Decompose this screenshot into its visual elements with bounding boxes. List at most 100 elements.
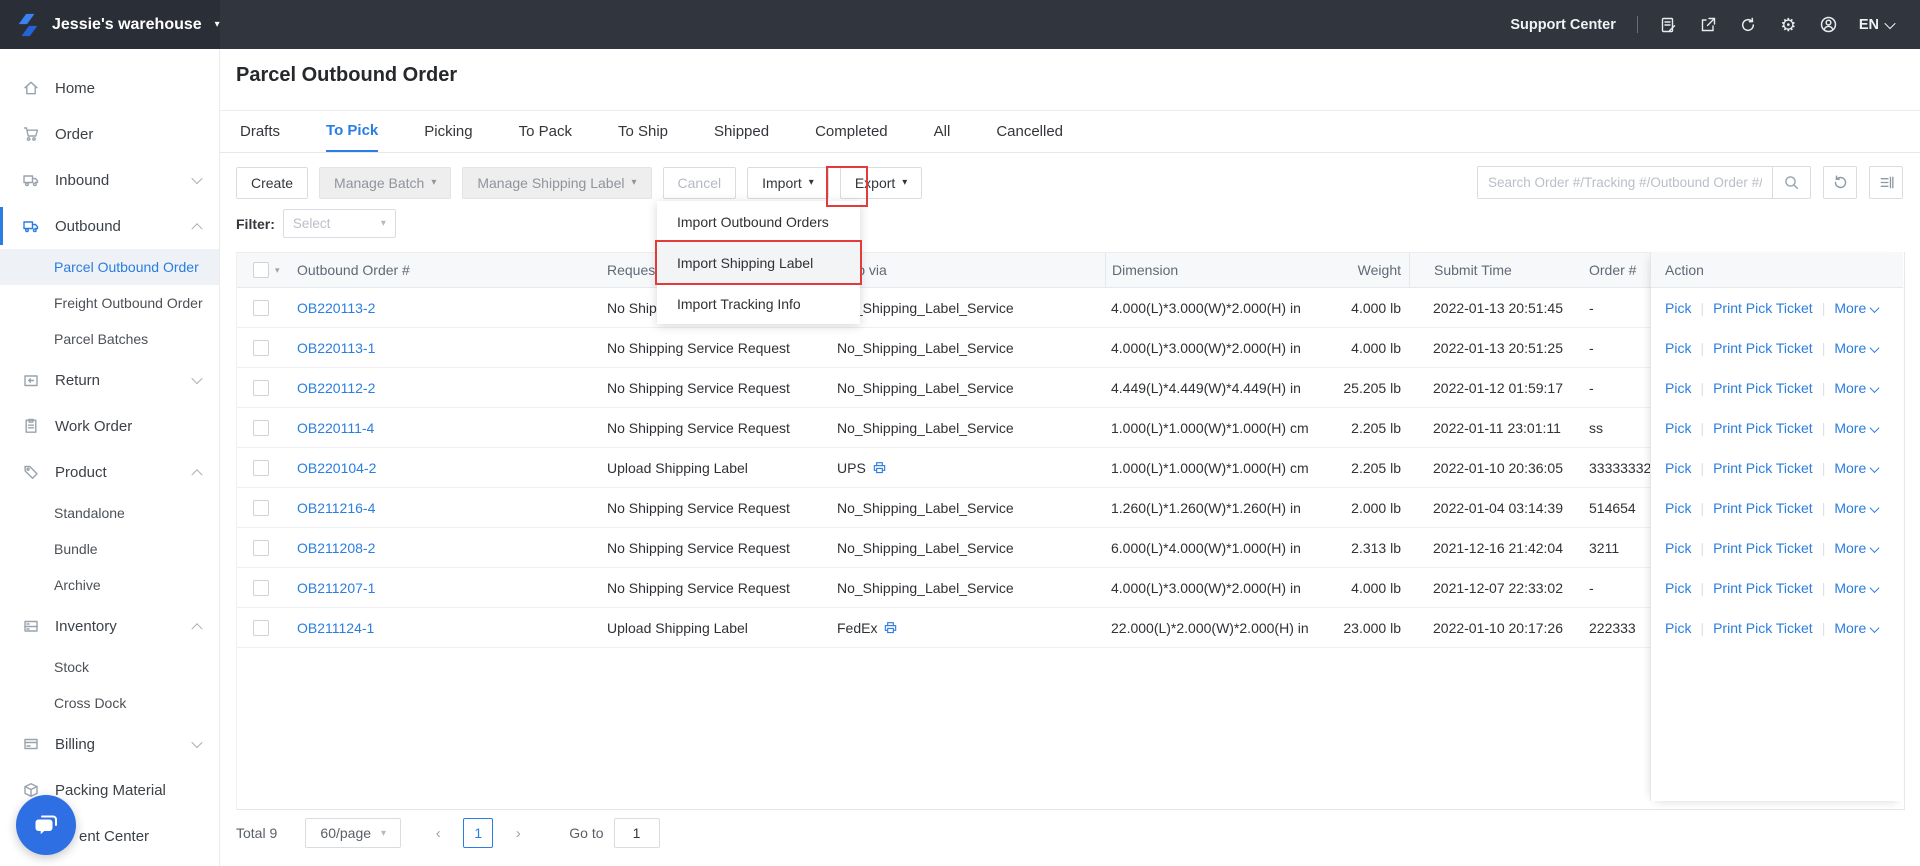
- tab-completed[interactable]: Completed: [815, 111, 888, 152]
- row-checkbox[interactable]: [253, 540, 269, 557]
- sidebar-subitem-stock[interactable]: Stock: [0, 649, 219, 685]
- tab-to-ship[interactable]: To Ship: [618, 111, 668, 152]
- row-checkbox[interactable]: [253, 620, 269, 637]
- sidebar-item-work-order[interactable]: Work Order: [0, 403, 219, 449]
- sidebar-subitem-cross-dock[interactable]: Cross Dock: [0, 685, 219, 721]
- import-button[interactable]: Import ▾: [747, 167, 829, 199]
- pick-link[interactable]: Pick: [1665, 540, 1691, 556]
- outbound-order-link[interactable]: OB211207-1: [297, 580, 375, 596]
- sidebar-subitem-standalone[interactable]: Standalone: [0, 495, 219, 531]
- outbound-order-link[interactable]: OB220113-1: [297, 340, 375, 356]
- more-link[interactable]: More: [1834, 500, 1880, 516]
- manage-shipping-label-button[interactable]: Manage Shipping Label ▾: [462, 167, 652, 199]
- next-page-button[interactable]: ›: [503, 818, 533, 848]
- filter-select[interactable]: Select ▾: [282, 209, 396, 238]
- pick-link[interactable]: Pick: [1665, 460, 1691, 476]
- more-link[interactable]: More: [1834, 580, 1880, 596]
- outbound-order-link[interactable]: OB220113-2: [297, 300, 375, 316]
- cancel-button[interactable]: Cancel: [662, 167, 737, 199]
- page-size-select[interactable]: 60/page ▾: [305, 818, 402, 848]
- sidebar-subitem-bundle[interactable]: Bundle: [0, 531, 219, 567]
- selection-options-caret-icon[interactable]: ▾: [275, 265, 280, 276]
- outbound-order-link[interactable]: OB211216-4: [297, 500, 375, 516]
- pick-link[interactable]: Pick: [1665, 380, 1691, 396]
- row-checkbox[interactable]: [253, 420, 269, 437]
- row-checkbox[interactable]: [253, 580, 269, 597]
- print-pick-ticket-link[interactable]: Print Pick Ticket: [1713, 580, 1813, 596]
- outbound-order-link[interactable]: OB220112-2: [297, 380, 375, 396]
- print-pick-ticket-link[interactable]: Print Pick Ticket: [1713, 500, 1813, 516]
- sidebar-item-product[interactable]: Product: [0, 449, 219, 495]
- print-pick-ticket-link[interactable]: Print Pick Ticket: [1713, 620, 1813, 636]
- outbound-order-link[interactable]: OB211124-1: [297, 620, 374, 636]
- row-checkbox[interactable]: [253, 380, 269, 397]
- tab-shipped[interactable]: Shipped: [714, 111, 769, 152]
- sidebar-item-order[interactable]: Order: [0, 111, 219, 157]
- row-checkbox[interactable]: [253, 300, 269, 317]
- print-pick-ticket-link[interactable]: Print Pick Ticket: [1713, 300, 1813, 316]
- select-all-checkbox[interactable]: [253, 262, 269, 278]
- print-pick-ticket-link[interactable]: Print Pick Ticket: [1713, 420, 1813, 436]
- tab-drafts[interactable]: Drafts: [240, 111, 280, 152]
- support-center-link[interactable]: Support Center: [1510, 17, 1616, 33]
- tab-all[interactable]: All: [934, 111, 951, 152]
- column-settings-icon[interactable]: [1869, 166, 1903, 199]
- outbound-order-link[interactable]: OB211208-2: [297, 540, 375, 556]
- refresh-icon[interactable]: [1739, 15, 1758, 34]
- row-checkbox[interactable]: [253, 340, 269, 357]
- sidebar-item-inventory[interactable]: Inventory: [0, 603, 219, 649]
- import-menu-item-import-shipping-label[interactable]: Import Shipping Label: [657, 242, 860, 283]
- tab-picking[interactable]: Picking: [424, 111, 472, 152]
- more-link[interactable]: More: [1834, 420, 1880, 436]
- current-page-button[interactable]: 1: [463, 818, 494, 848]
- sidebar-item-inbound[interactable]: Inbound: [0, 157, 219, 203]
- prev-page-button[interactable]: ‹: [423, 818, 453, 848]
- outbound-order-link[interactable]: OB220104-2: [297, 460, 376, 476]
- sidebar-item-outbound[interactable]: Outbound: [0, 203, 219, 249]
- reset-refresh-icon[interactable]: [1823, 166, 1857, 199]
- export-button[interactable]: Export ▾: [839, 167, 923, 199]
- gear-icon[interactable]: ⚙: [1779, 15, 1798, 34]
- more-link[interactable]: More: [1834, 620, 1880, 636]
- more-link[interactable]: More: [1834, 340, 1880, 356]
- more-link[interactable]: More: [1834, 300, 1880, 316]
- printer-icon[interactable]: [883, 620, 898, 635]
- sidebar-item-billing[interactable]: Billing: [0, 721, 219, 767]
- manage-batch-button[interactable]: Manage Batch ▾: [319, 167, 452, 199]
- import-menu-item-import-tracking-info[interactable]: Import Tracking Info: [657, 283, 860, 324]
- print-pick-ticket-link[interactable]: Print Pick Ticket: [1713, 380, 1813, 396]
- pick-link[interactable]: Pick: [1665, 580, 1691, 596]
- tab-to-pack[interactable]: To Pack: [519, 111, 572, 152]
- tab-to-pick[interactable]: To Pick: [326, 111, 379, 152]
- pick-link[interactable]: Pick: [1665, 300, 1691, 316]
- print-pick-ticket-link[interactable]: Print Pick Ticket: [1713, 540, 1813, 556]
- pick-link[interactable]: Pick: [1665, 500, 1691, 516]
- workspace-switcher[interactable]: Jessie's warehouse ▾: [0, 0, 220, 49]
- sidebar-subitem-parcel-batches[interactable]: Parcel Batches: [0, 321, 219, 357]
- export-share-icon[interactable]: [1699, 15, 1718, 34]
- pick-link[interactable]: Pick: [1665, 620, 1691, 636]
- row-checkbox[interactable]: [253, 500, 269, 517]
- sidebar-item-home[interactable]: Home: [0, 65, 219, 111]
- printer-icon[interactable]: [872, 460, 887, 475]
- create-button[interactable]: Create: [236, 167, 309, 199]
- outbound-order-link[interactable]: OB220111-4: [297, 420, 374, 436]
- sidebar-item-return[interactable]: Return: [0, 357, 219, 403]
- pick-link[interactable]: Pick: [1665, 340, 1691, 356]
- more-link[interactable]: More: [1834, 460, 1880, 476]
- print-pick-ticket-link[interactable]: Print Pick Ticket: [1713, 340, 1813, 356]
- print-pick-ticket-link[interactable]: Print Pick Ticket: [1713, 460, 1813, 476]
- survey-icon[interactable]: [1659, 15, 1678, 34]
- search-input[interactable]: [1478, 167, 1772, 198]
- import-menu-item-import-outbound-orders[interactable]: Import Outbound Orders: [657, 201, 860, 242]
- more-link[interactable]: More: [1834, 380, 1880, 396]
- language-selector[interactable]: EN: [1859, 17, 1896, 33]
- sidebar-subitem-archive[interactable]: Archive: [0, 567, 219, 603]
- search-icon[interactable]: [1772, 167, 1810, 198]
- row-checkbox[interactable]: [253, 460, 269, 477]
- tab-cancelled[interactable]: Cancelled: [996, 111, 1063, 152]
- user-icon[interactable]: [1819, 15, 1838, 34]
- pick-link[interactable]: Pick: [1665, 420, 1691, 436]
- more-link[interactable]: More: [1834, 540, 1880, 556]
- goto-page-input[interactable]: [613, 818, 660, 848]
